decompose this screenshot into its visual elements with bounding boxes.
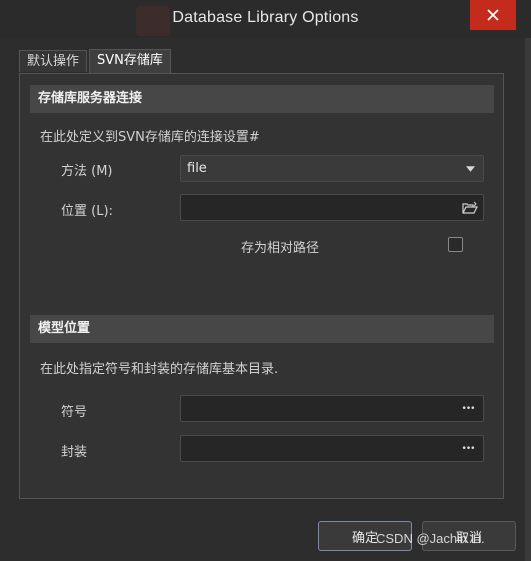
method-label: 方法 (M)	[61, 164, 113, 179]
method-select[interactable]: file	[180, 155, 484, 182]
dialog-window: Database Library Options 默认操作 SVN存储库 存储库…	[0, 0, 531, 561]
location-label: 位置 (L):	[61, 204, 113, 219]
folder-open-icon[interactable]	[462, 200, 478, 216]
watermark-text: CSDN @Jachin Li.	[376, 531, 485, 546]
window-title: Database Library Options	[172, 9, 359, 26]
title-bar: Database Library Options	[0, 0, 531, 38]
close-button[interactable]	[470, 0, 516, 30]
tab-strip: 默认操作 SVN存储库	[19, 49, 173, 73]
section-header-models: 模型位置	[30, 315, 494, 343]
relative-path-label: 存为相对路径	[241, 241, 320, 256]
tab-svn-repository[interactable]: SVN存储库	[89, 49, 171, 73]
section-header-connection: 存储库服务器连接	[30, 85, 494, 113]
background-window-edge	[525, 0, 531, 561]
method-value: file	[187, 161, 207, 176]
footprint-label: 封装	[61, 445, 88, 460]
location-input[interactable]	[180, 194, 484, 221]
close-icon	[487, 9, 499, 21]
browse-icon[interactable]: •••	[458, 441, 478, 457]
dropdown-arrow-icon	[462, 161, 478, 177]
models-description: 在此处指定符号和封装的存储库基本目录.	[40, 362, 279, 377]
symbol-label: 符号	[61, 405, 88, 420]
relative-path-checkbox[interactable]	[448, 237, 463, 252]
browse-icon[interactable]: •••	[458, 401, 478, 417]
connection-description: 在此处定义到SVN存储库的连接设置#	[40, 130, 260, 145]
footprint-input[interactable]: •••	[180, 435, 484, 462]
symbol-input[interactable]: •••	[180, 395, 484, 422]
tab-default-actions[interactable]: 默认操作	[19, 50, 88, 72]
